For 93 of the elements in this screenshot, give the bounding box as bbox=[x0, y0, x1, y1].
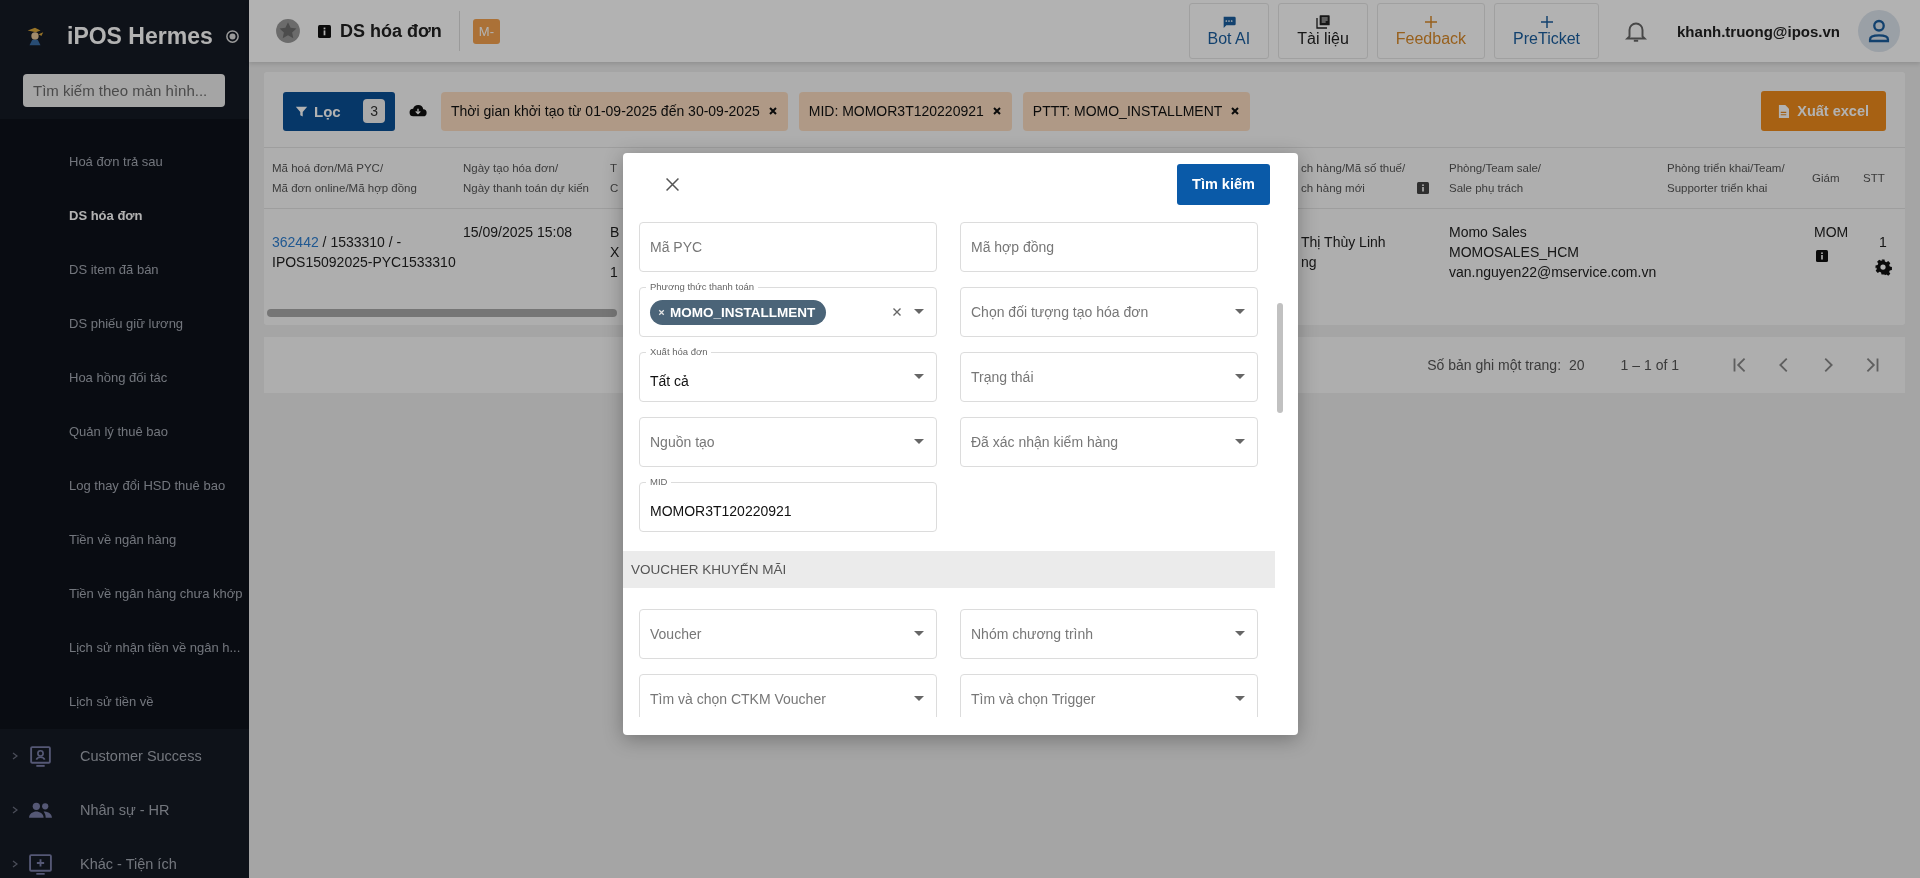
group-label: Customer Success bbox=[80, 748, 202, 764]
table-cell: 15/09/2025 15:08 bbox=[463, 224, 572, 240]
table-cell-text: 1 bbox=[1879, 233, 1887, 252]
sidebar-item[interactable]: DS item đã bán bbox=[0, 243, 249, 297]
group-label: Khác - Tiện ích bbox=[80, 856, 177, 872]
sidebar-item[interactable]: DS phiếu giữ lương bbox=[0, 297, 249, 351]
scrollbar-thumb[interactable] bbox=[1277, 303, 1283, 413]
caret-icon[interactable] bbox=[1235, 309, 1245, 315]
toolbar-button[interactable]: Feedback bbox=[1376, 3, 1486, 59]
filter-chip[interactable]: PTTT: MOMO_INSTALLMENT bbox=[1022, 91, 1251, 131]
app-name: iPOS Hermes bbox=[67, 22, 213, 50]
caret-icon[interactable] bbox=[914, 631, 924, 637]
sidebar-item[interactable]: Hoá đơn trả sau bbox=[0, 135, 249, 189]
book-icon bbox=[1315, 14, 1331, 30]
selected-chip[interactable]: MOMO_INSTALLMENT bbox=[650, 299, 827, 325]
sidebar-group[interactable]: Khác - Tiện ích bbox=[0, 837, 249, 878]
filter-button[interactable]: Lọc 3 bbox=[283, 91, 395, 131]
caret-icon[interactable] bbox=[914, 374, 924, 380]
close-icon[interactable] bbox=[1230, 106, 1241, 116]
input-field[interactable]: Mã hợp đồng bbox=[960, 222, 1258, 272]
sidebar-item[interactable]: Tiền về ngân hàng chưa khớp bbox=[0, 567, 249, 621]
section-header: VOUCHER KHUYẾN MÃI bbox=[623, 551, 1275, 588]
select-field[interactable]: Đã xác nhận kiểm hàng bbox=[960, 417, 1258, 467]
clear-icon[interactable] bbox=[892, 307, 902, 317]
caret-icon[interactable] bbox=[1235, 439, 1245, 445]
table-cell: 362442 / 1533310 / - IPOS15092025-PYC1533310 bbox=[272, 234, 456, 270]
table-cell: B X 1 bbox=[610, 224, 620, 280]
info-icon[interactable] bbox=[1816, 250, 1828, 262]
search-button[interactable]: Tìm kiếm bbox=[1177, 163, 1270, 205]
table-cell-text: MOM bbox=[1814, 223, 1849, 242]
filter-chip[interactable]: Thời gian khởi tạo từ 01-09-2025 đến 30-09-2025 bbox=[441, 91, 788, 131]
column-header: Mã hoá đơn/Mã PYC/ Mã đơn online/Mã hợp đồng bbox=[272, 161, 417, 196]
select-field[interactable]: Nhóm chương trình bbox=[960, 609, 1258, 659]
monitor-plus-icon bbox=[28, 851, 53, 877]
filter-icon bbox=[295, 104, 308, 118]
column-header: Phòng/Team sale/ Sale phụ trách bbox=[1449, 161, 1542, 196]
sidebar-item[interactable]: DS hóa đơn bbox=[0, 189, 249, 243]
select-field[interactable]: Voucher bbox=[639, 609, 937, 659]
input-field[interactable]: Mã PYC bbox=[639, 222, 937, 272]
page-size-label: Số bản ghi một trang: bbox=[1427, 357, 1562, 373]
radio-icon[interactable] bbox=[224, 28, 240, 44]
table-cell: Thị Thùy Linh ng bbox=[1301, 234, 1386, 270]
column-header: Phòng triển khai/Team/ Supporter triển khai bbox=[1667, 161, 1785, 196]
plus-icon bbox=[1422, 14, 1439, 30]
column-header: ch hàng/Mã số thuế/ ch hàng mới bbox=[1301, 161, 1406, 196]
caret-icon[interactable] bbox=[1235, 631, 1245, 637]
sidebar-item[interactable]: Lịch sử nhận tiền về ngân h... bbox=[0, 621, 249, 675]
select-field[interactable]: Tìm và chọn CTKM Voucher bbox=[639, 674, 937, 717]
sidebar-item[interactable]: Quản lý thuê bao bbox=[0, 405, 249, 459]
toolbar-button[interactable]: Tài liệu bbox=[1278, 3, 1368, 59]
close-icon[interactable] bbox=[991, 106, 1002, 116]
page-range: 1 – 1 of 1 bbox=[1620, 357, 1679, 373]
remove-icon[interactable] bbox=[657, 307, 666, 317]
select-field[interactable]: Tìm và chọn Trigger bbox=[960, 674, 1258, 717]
info-icon[interactable] bbox=[318, 24, 331, 38]
column-header: Giám bbox=[1812, 171, 1840, 186]
file-icon bbox=[1778, 104, 1790, 118]
caret-icon[interactable] bbox=[1235, 696, 1245, 702]
column-header: Ngày tạo hóa đơn/ Ngày thanh toán dự kiến bbox=[463, 161, 589, 196]
caret-icon[interactable] bbox=[1235, 374, 1245, 380]
page-title: DS hóa đơn bbox=[340, 20, 442, 42]
sidebar-item[interactable]: Lịch sử tiền về bbox=[0, 675, 249, 729]
sidebar-item[interactable]: Log thay đổi HSD thuê bao bbox=[0, 459, 249, 513]
caret-icon[interactable] bbox=[914, 439, 924, 445]
sidebar-item[interactable]: Tiền về ngân hàng bbox=[0, 513, 249, 567]
table-cell: Momo Sales MOMOSALES_HCM van.nguyen22@mservice.com.vn bbox=[1449, 224, 1657, 280]
monitor-person-icon bbox=[28, 743, 53, 769]
avatar-icon[interactable] bbox=[1858, 10, 1900, 52]
toolbar-button[interactable]: Bot AI bbox=[1188, 3, 1270, 59]
sidebar-item[interactable]: Hoa hồng đối tác bbox=[0, 351, 249, 405]
select-field[interactable]: Nguồn tạo bbox=[639, 417, 937, 467]
scrollbar-thumb[interactable] bbox=[267, 309, 617, 317]
user-email: khanh.truong@ipos.vn bbox=[1677, 22, 1840, 40]
settings-icon[interactable] bbox=[1874, 258, 1892, 276]
caret-icon[interactable] bbox=[914, 696, 924, 702]
count-badge: 3 bbox=[363, 99, 385, 123]
sidebar-group[interactable]: Customer Success bbox=[0, 729, 249, 783]
sidebar-group[interactable]: Nhân sự - HR bbox=[0, 783, 249, 837]
select-field[interactable]: Trạng thái bbox=[960, 352, 1258, 402]
page-size-select[interactable]: 20 bbox=[1569, 357, 1585, 373]
group-label: Nhân sự - HR bbox=[80, 802, 170, 818]
invoice-link[interactable]: 362442 bbox=[272, 234, 319, 250]
search-field[interactable]: Tìm kiếm theo màn hình... bbox=[23, 74, 225, 107]
filter-chip[interactable]: MID: MOMOR3T120220921 bbox=[798, 91, 1012, 131]
info-icon[interactable] bbox=[1417, 182, 1430, 194]
close-icon[interactable] bbox=[767, 106, 778, 116]
toolbar-button[interactable]: PreTicket bbox=[1494, 3, 1600, 59]
plus-icon bbox=[1538, 14, 1555, 30]
close-icon[interactable] bbox=[664, 175, 681, 193]
column-header: T C bbox=[610, 161, 619, 196]
select-field[interactable]: Chọn đối tượng tạo hóa đơn bbox=[960, 287, 1258, 337]
caret-icon[interactable] bbox=[914, 309, 924, 315]
column-header: STT bbox=[1863, 171, 1885, 186]
